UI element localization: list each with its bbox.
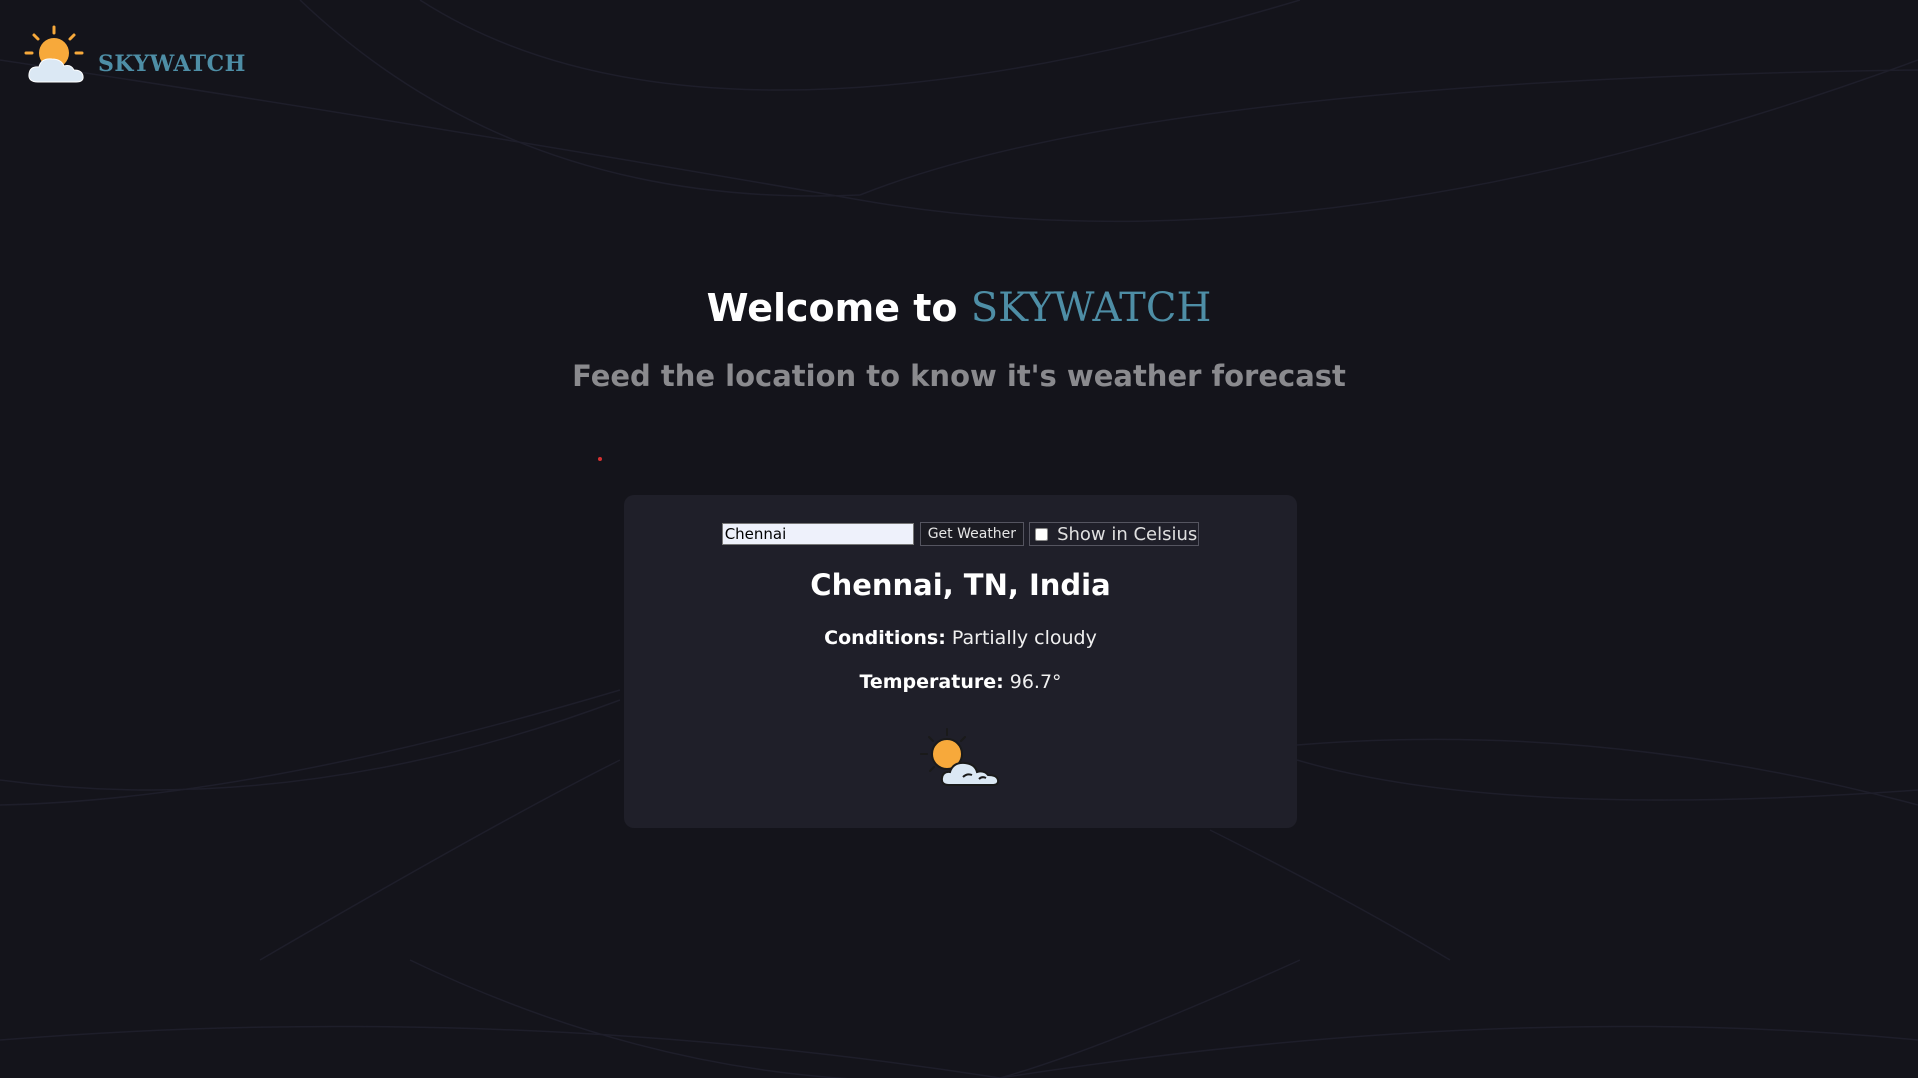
celsius-toggle[interactable]: Show in Celsius — [1029, 522, 1200, 546]
hero-title-prefix: Welcome to — [706, 286, 971, 330]
celsius-checkbox[interactable] — [1035, 527, 1049, 541]
brand-name: SKYWATCH — [98, 51, 246, 77]
temperature-row: Temperature: 96.7° — [624, 669, 1297, 695]
hero-subtitle: Feed the location to know it's weather f… — [572, 359, 1346, 393]
city-search-input[interactable] — [721, 523, 914, 545]
conditions-label: Conditions: — [824, 627, 946, 649]
brand-header[interactable]: SKYWATCH — [24, 24, 246, 86]
partly-cloudy-icon — [920, 728, 1000, 786]
hero-title: Welcome to SKYWATCH — [0, 282, 1918, 334]
temperature-value: 96.7° — [1009, 671, 1062, 693]
search-controls: Get Weather Show in Celsius — [624, 522, 1297, 546]
hero-title-brand: SKYWATCH — [970, 285, 1212, 331]
red-dot-marker — [598, 457, 602, 461]
temperature-label: Temperature: — [859, 671, 1004, 693]
celsius-label: Show in Celsius — [1057, 523, 1198, 545]
get-weather-button[interactable]: Get Weather — [919, 522, 1025, 546]
location-title: Chennai, TN, India — [810, 568, 1111, 602]
weather-card: Get Weather Show in Celsius Chennai, TN,… — [624, 495, 1297, 828]
page: SKYWATCH Welcome to SKYWATCH Feed the lo… — [0, 0, 1918, 1078]
conditions-value: Partially cloudy — [951, 627, 1097, 649]
conditions-row: Conditions: Partially cloudy — [624, 625, 1297, 651]
sun-behind-cloud-icon — [24, 25, 84, 83]
